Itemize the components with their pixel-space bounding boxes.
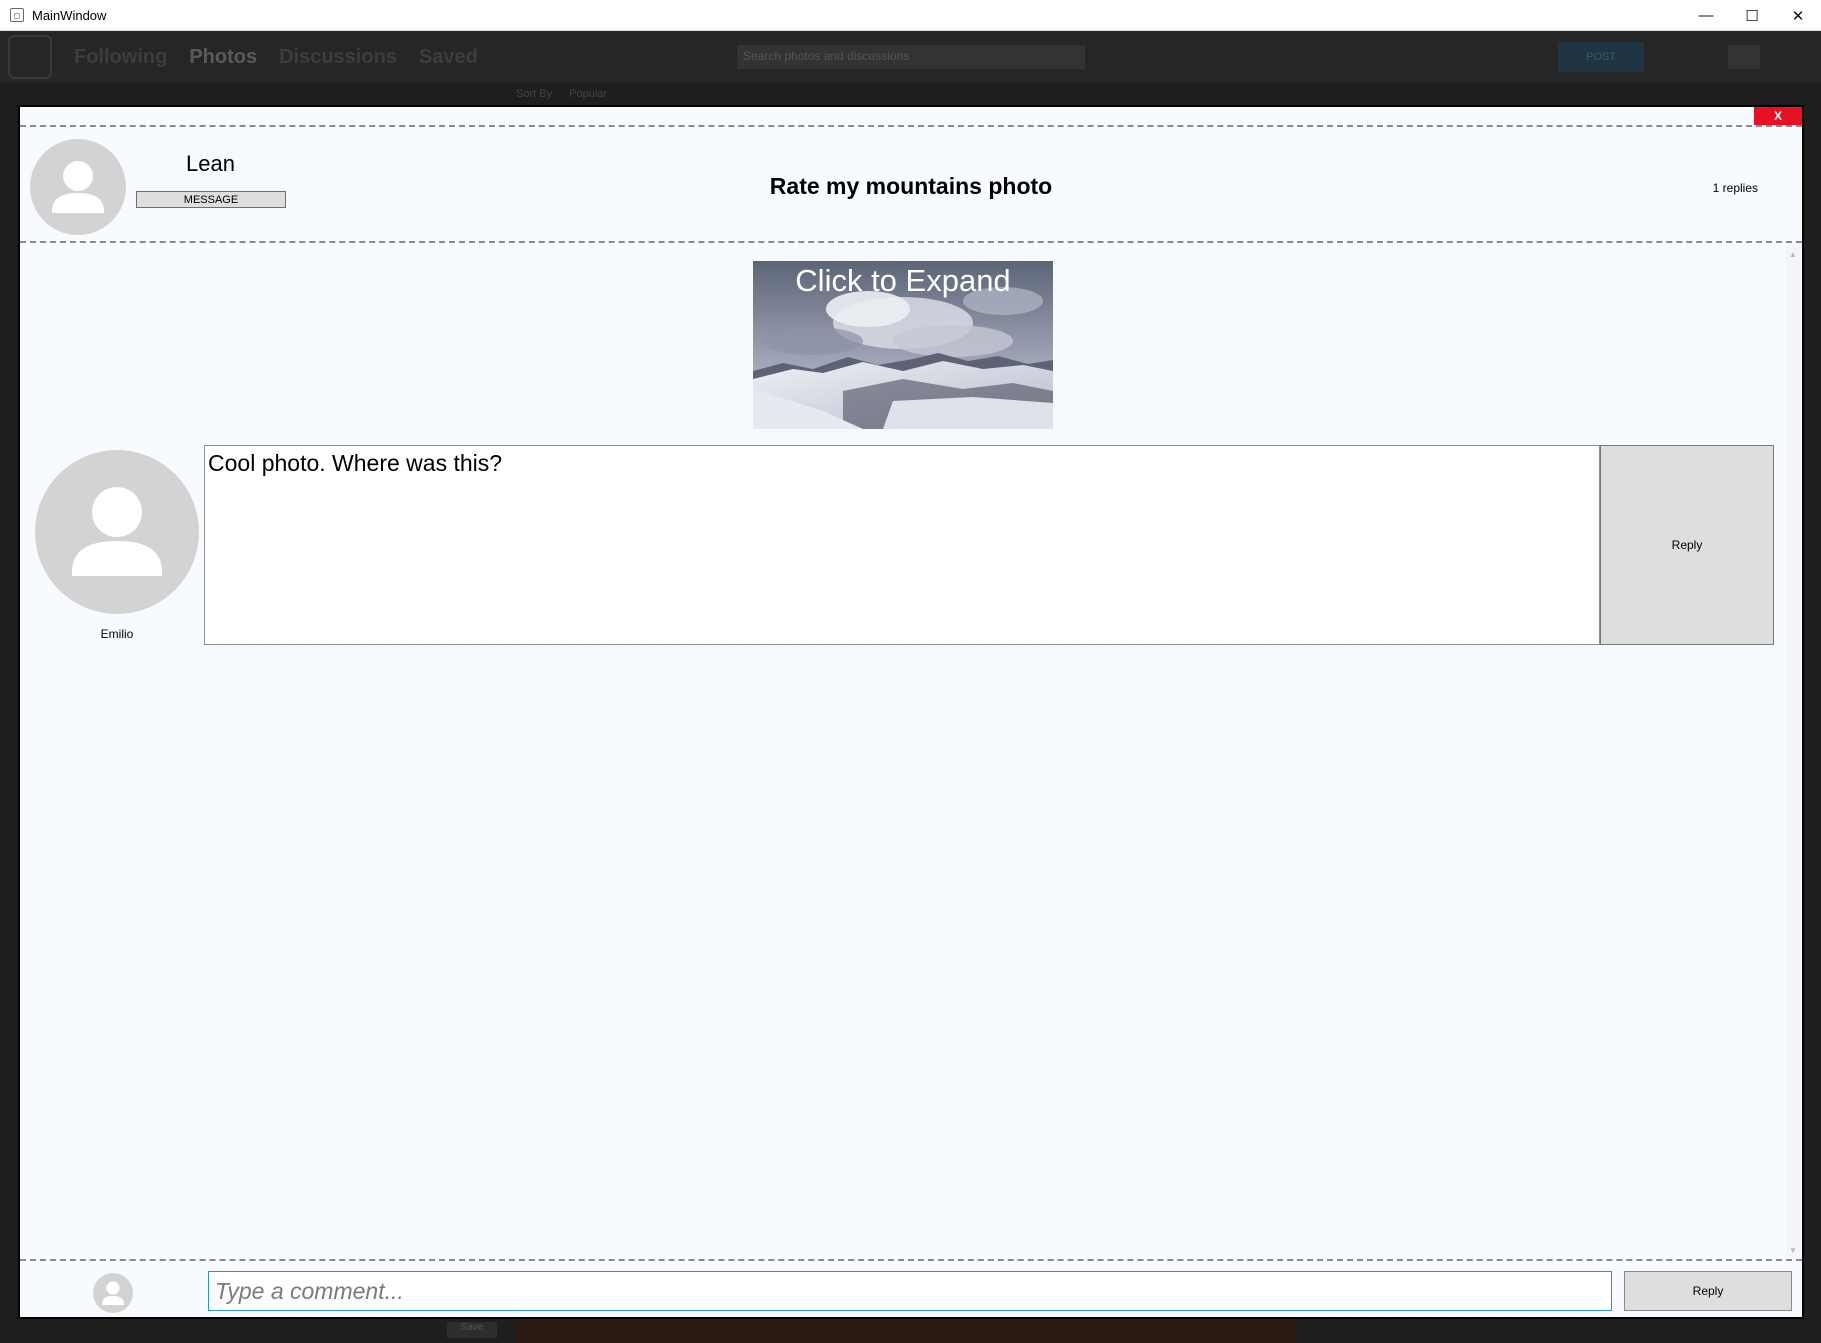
- content-scrollbar[interactable]: ▲ ▼: [1786, 247, 1800, 1257]
- nav-saved: Saved: [418, 45, 478, 68]
- scroll-down-arrow-icon[interactable]: ▼: [1786, 1243, 1800, 1257]
- background-save-button: Save: [447, 1322, 497, 1338]
- replies-count: 1 replies: [1712, 181, 1758, 195]
- nav-following: Following: [74, 45, 168, 68]
- user-silhouette-icon: [52, 161, 104, 213]
- minimize-button[interactable]: —: [1683, 0, 1729, 31]
- post-comment-reply-button[interactable]: Reply: [1624, 1271, 1792, 1311]
- post-content: Click to Expand Emilio Cool photo. Where…: [20, 245, 1784, 1259]
- user-silhouette-icon: [102, 1281, 124, 1305]
- post-photo[interactable]: Click to Expand: [753, 261, 1053, 429]
- background-nav-bar: Following Photos Discussions Saved Searc…: [0, 31, 1821, 83]
- comment-reply-button[interactable]: Reply: [1600, 445, 1774, 645]
- modal-close-button[interactable]: X: [1754, 107, 1802, 125]
- commenter-avatar[interactable]: [35, 450, 199, 614]
- background-post-button: POST: [1558, 42, 1644, 72]
- window-controls: — ☐ ✕: [1683, 0, 1821, 31]
- background-photo-strip: [515, 1320, 1295, 1343]
- window-title: MainWindow: [32, 7, 107, 23]
- comment-text: Cool photo. Where was this?: [204, 445, 1600, 645]
- comment-composer: Reply: [20, 1259, 1802, 1317]
- comment-item: Emilio Cool photo. Where was this? Reply: [20, 445, 1784, 645]
- author-avatar[interactable]: [30, 139, 126, 235]
- post-header: Lean MESSAGE Rate my mountains photo 1 r…: [20, 125, 1802, 243]
- background-search-input: Search photos and discussions: [737, 45, 1085, 69]
- background-sort-value: Popular: [569, 88, 608, 100]
- maximize-button[interactable]: ☐: [1729, 0, 1775, 31]
- post-title: Rate my mountains photo: [769, 173, 1053, 199]
- scroll-up-arrow-icon[interactable]: ▲: [1786, 247, 1800, 261]
- user-silhouette-icon: [72, 487, 162, 576]
- nav-discussions: Discussions: [279, 45, 397, 68]
- app-icon: ◻: [10, 8, 24, 22]
- author-name[interactable]: Lean: [186, 151, 235, 177]
- nav-photos: Photos: [189, 45, 258, 68]
- post-detail-modal: X Lean MESSAGE Rate my mountains photo 1…: [18, 105, 1804, 1319]
- background-sort: Sort By Popular: [516, 88, 621, 100]
- message-button[interactable]: MESSAGE: [136, 191, 286, 208]
- app-logo: [8, 35, 52, 79]
- click-to-expand-label: Click to Expand: [795, 263, 1011, 298]
- comment-input[interactable]: [208, 1271, 1612, 1311]
- commenter-name: Emilio: [100, 627, 134, 641]
- window-close-button[interactable]: ✕: [1775, 0, 1821, 31]
- background-profile-button: [1728, 45, 1760, 69]
- background-sort-label: Sort By: [516, 88, 553, 100]
- current-user-avatar: [93, 1273, 133, 1313]
- window-titlebar: ◻ MainWindow — ☐ ✕: [0, 0, 1821, 31]
